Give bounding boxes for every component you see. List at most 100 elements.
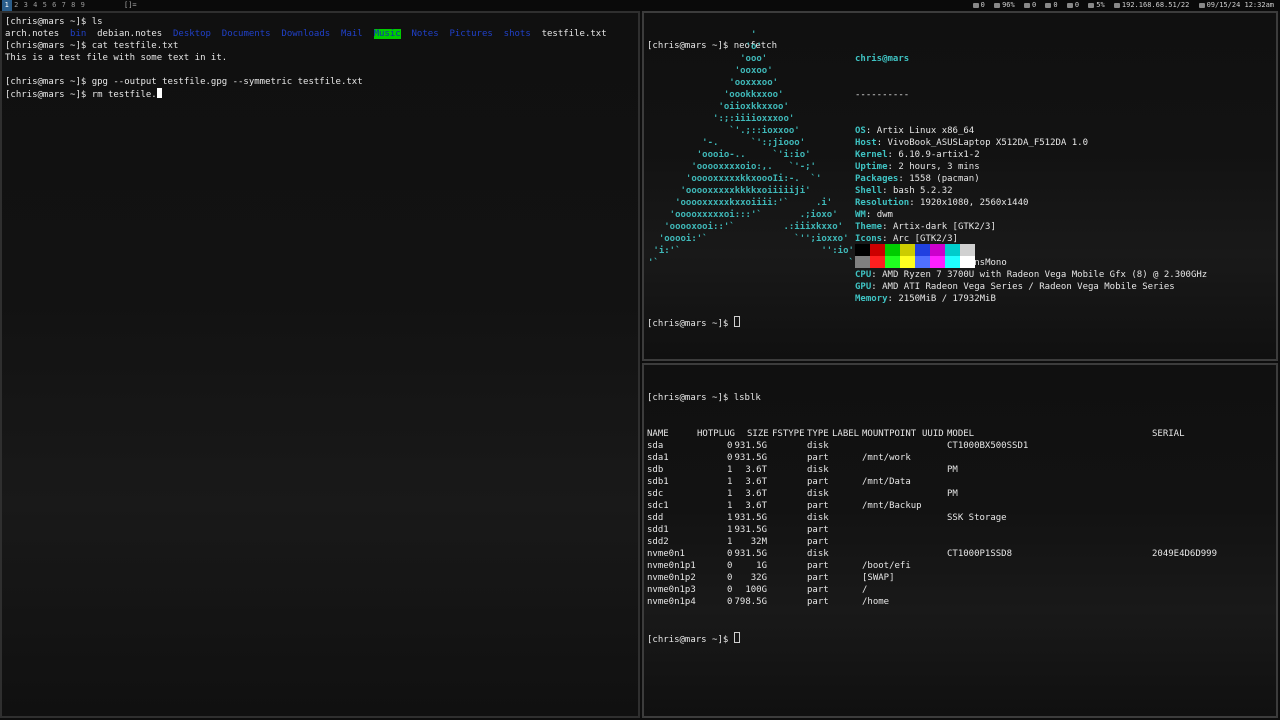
color-swatch [855,256,870,268]
cell-mount: /home [862,597,890,607]
prompt-line[interactable]: [chris@mars ~]$ [647,632,761,645]
tag-8[interactable]: 8 [69,0,79,11]
info-value: 1920x1080, 2560x1440 [920,198,1029,208]
cell-size: 32M [750,537,767,547]
cell-size: 931.5G [734,549,767,559]
column-header: NAME [647,429,669,439]
color-swatch [915,256,930,268]
table-row: sda 0 931.5G disk CT1000BX500SSD1 [647,440,1028,452]
cell-size: 931.5G [734,525,767,535]
command: gpg --output testfile.gpg --symmetric te… [91,77,363,87]
table-row: nvme0n1p1 0 1G part/boot/efi [647,560,911,572]
counter-3: 0 [1066,1,1079,9]
color-palette [855,244,975,268]
info-value: 6.10.9-artix1-2 [898,150,980,160]
cell-mount: /mnt/Data [862,477,911,487]
logo-line: 'ooooxooi::'` .:iiixkxxo' [648,222,844,232]
logo-line: 'o' [648,42,762,52]
info-row: Resolution: 1920x1080, 2560x1440 [855,198,1029,208]
info-value: Artix-dark [GTK2/3] [892,222,996,232]
table-header: NAME HOTPLUG SIZE FSTYPE TYPE LABEL MOUNTPOINT… [647,428,1185,440]
speaker-icon [972,2,979,8]
prompt: [chris@mars ~]$ [5,90,92,100]
cell-size: 798.5G [734,597,767,607]
terminal-window-lsblk[interactable]: [chris@mars ~]$ lsblk NAME HOTPLUG SIZE FST… [642,363,1278,718]
color-swatch [945,256,960,268]
table-row: sdb 1 3.6T disk PM [647,464,958,476]
logo-line: ':;:iiiioxxxoo' [648,114,795,124]
color-swatch [855,244,870,256]
mute-indicator: 0 [972,1,985,9]
command: ls [91,17,103,27]
logo-line: 'ooooxxxxxkxxoiiii:'` .i' [648,198,833,208]
cell-name: sdd [647,513,664,523]
cell-size: 3.6T [745,489,767,499]
info-row: Memory: 2150MiB / 17932MiB [855,294,996,304]
ls-item: arch.notes [5,29,60,39]
layout-indicator[interactable]: []= [124,0,137,11]
cell-type: part [807,537,829,547]
tag-9[interactable]: 9 [78,0,88,11]
cell-size: 931.5G [734,453,767,463]
terminal-output: [chris@mars ~]$ ls arch.notes bin debian.… [5,16,607,100]
logo-line: 'ooooxxxxoio:,. `'-;' [648,162,816,172]
ls-item: Downloads [281,29,331,39]
logo-line: '-. `':;jiooo' [648,138,806,148]
cell-name: sdb1 [647,477,669,487]
cell-model: CT1000P1SSD8 [947,549,1013,559]
tag-3[interactable]: 3 [21,0,31,11]
cell-size: 100G [745,585,767,595]
terminal-window-neofetch[interactable]: [chris@mars ~]$ neofetch ' 'o' 'ooo' 'oo… [642,11,1278,361]
text-cursor [733,632,740,643]
table-row: sdc 1 3.6T disk PM [647,488,958,500]
cell-type: part [807,525,829,535]
counter-2: 0 [1045,1,1058,9]
column-header: FSTYPE [772,429,805,439]
info-value: VivoBook_ASUSLaptop X512DA_F512DA 1.0 [887,138,1089,148]
cell-type: part [807,561,829,571]
volume-indicator: 5% [1088,1,1105,9]
color-swatch [930,256,945,268]
system-info: chris@mars ---------- OS: Artix Linux x8… [855,29,1207,329]
tag-2[interactable]: 2 [12,0,22,11]
cell-size: 3.6T [745,477,767,487]
cell-model: SSK Storage [947,513,1007,523]
logo-line: ' [648,30,757,40]
cell-name: sda1 [647,453,669,463]
prompt-line[interactable]: [chris@mars ~]$ [647,292,740,352]
table-row: sdd2 1 32M part [647,536,829,548]
cell-type: part [807,453,829,463]
terminal-window-left[interactable]: [chris@mars ~]$ ls arch.notes bin debian.… [0,11,640,718]
cell-model: PM [947,489,958,499]
table-row: nvme0n1 0 931.5G disk CT1000P1SSD8 2049E4D6D9… [647,548,1217,560]
cell-name: sdd1 [647,525,669,535]
info-row: CPU: AMD Ryzen 7 3700U with Radeon Vega … [855,270,1208,280]
table-row: sdd 1 931.5G disk SSK Storage [647,512,1007,524]
counter-1: 0 [1023,1,1036,9]
logo-line: `'.;::ioxxoo' [648,126,800,136]
output-line: This is a test file with some text in it… [5,53,228,63]
tag-4[interactable]: 4 [31,0,41,11]
ls-item: testfile.txt [541,29,607,39]
ls-item: Mail [341,29,363,39]
column-header: MODEL [947,429,975,439]
system-status: 0 96% 0 0 0 5% 192.168.68.51/22 09/15/24… [968,0,1274,11]
cell-type: disk [807,465,829,475]
tag-7[interactable]: 7 [59,0,69,11]
color-swatch [960,244,975,256]
tag-5[interactable]: 5 [40,0,50,11]
info-key: Packages [855,174,899,184]
info-key: OS [855,126,866,136]
cell-name: sdb [647,465,664,475]
cell-size: 3.6T [745,501,767,511]
command-line: [chris@mars ~]$ gpg --output testfile.gp… [5,76,607,88]
command-line[interactable]: [chris@mars ~]$ rm testfile. [5,88,607,100]
logo-line: 'oookkxxoo' [648,90,784,100]
battery-indicator: 96% [994,1,1015,9]
cell-name: nvme0n1p2 [647,573,696,583]
column-header: TYPE [807,429,829,439]
tag-6[interactable]: 6 [50,0,60,11]
cell-mount: /mnt/work [862,453,911,463]
info-row: OS: Artix Linux x86_64 [855,126,975,136]
tag-1[interactable]: 1 [2,0,12,11]
